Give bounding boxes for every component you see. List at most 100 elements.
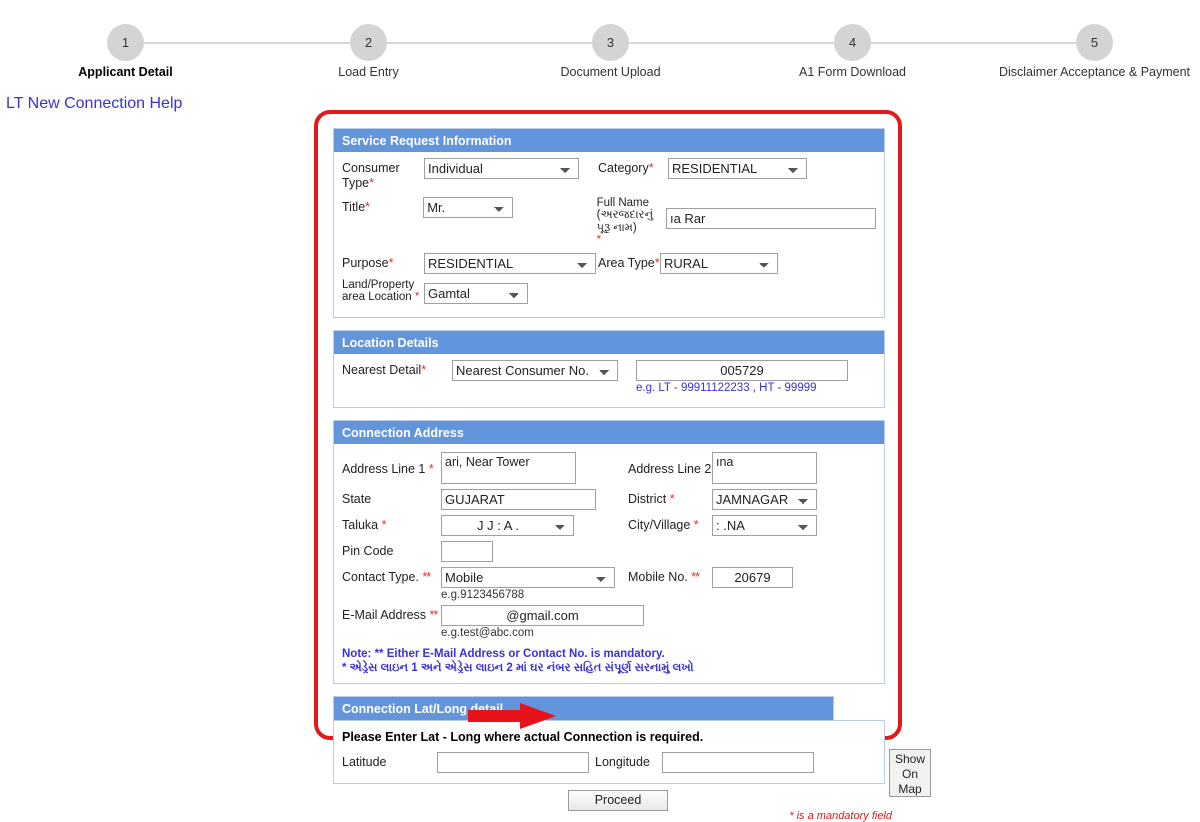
label-land-location-line2: area Location [342,291,412,303]
applicant-detail-form: Service Request Information Consumer Typ… [333,128,931,822]
label-area-type: Area Type [598,255,655,270]
proceed-button[interactable]: Proceed [568,789,668,811]
nearest-detail-select[interactable]: Nearest Consumer No. [452,359,618,381]
form-footer: Proceed * is a mandatory field [333,784,892,822]
mobile-format-hint: e.g.9123456788 [441,588,525,601]
section-title-service-request: Service Request Information [333,128,885,152]
step-label-1: Applicant Detail [78,65,173,79]
address-line-1-textarea[interactable]: ari, Near Tower [441,451,576,484]
purpose-select[interactable]: RESIDENTIAL [424,252,596,274]
required-marker: * [414,291,420,303]
section-connection-latlong: Connection Lat/Long detail Please Enter … [333,695,931,797]
address-line-2-textarea[interactable]: ına [712,451,817,484]
step-a1-form-download[interactable]: 4 A1 Form Download [799,24,906,79]
section-title-latlong: Connection Lat/Long detail [333,695,834,720]
label-full-name-en: Full Name [596,196,650,209]
step-label-3: Document Upload [560,65,661,79]
section-location-details: Location Details Nearest Detail* Nearest… [333,329,885,408]
label-state: State [342,491,372,506]
required-marker: * [381,517,387,532]
required-marker: * [421,362,427,377]
label-contact-type: Contact Type. [342,569,419,584]
full-name-input[interactable] [665,207,876,229]
step-number-4: 4 [834,24,871,61]
mandatory-contact-note: Note: ** Either E-Mail Address or Contac… [342,647,665,660]
label-title: Title [342,199,366,214]
required-marker: * [428,461,434,476]
step-number-2: 2 [350,24,387,61]
nearest-consumer-no-hint: e.g. LT - 99911122233 , HT - 99999 [636,381,817,394]
required-marker: * [648,161,654,175]
stepper-connector-4 [852,42,1094,44]
consumer-type-select[interactable]: Individual [424,158,579,179]
step-number-1: 1 [107,24,144,61]
area-type-select[interactable]: RURAL [660,252,778,274]
label-taluka: Taluka [342,517,379,532]
category-select[interactable]: RESIDENTIAL [668,158,807,179]
section-connection-address: Connection Address Address Line 1 * ari,… [333,419,885,684]
section-title-connection-address: Connection Address [333,419,885,444]
required-marker: * [365,199,371,214]
nearest-consumer-no-input[interactable] [636,359,848,381]
required-marker: ** [691,569,700,584]
mobile-no-input[interactable] [712,566,793,588]
city-village-select[interactable]: : .NA [712,514,817,536]
show-on-map-line1: Show [894,751,926,766]
land-property-location-select[interactable]: Gamtal [424,282,528,304]
progress-stepper: 1 Applicant Detail 2 Load Entry 3 Docume… [0,0,1200,92]
required-marker: * [369,175,374,190]
longitude-input[interactable] [662,751,814,773]
required-marker: * [669,491,675,506]
label-latitude: Latitude [342,754,387,769]
label-email-address: E-Mail Address [342,607,427,622]
step-load-entry[interactable]: 2 Load Entry [338,24,399,79]
step-applicant-detail[interactable]: 1 Applicant Detail [78,24,173,79]
section-title-location-details: Location Details [333,329,885,354]
step-label-4: A1 Form Download [799,65,906,79]
required-marker: * [388,255,394,270]
latitude-input[interactable] [437,751,589,773]
label-nearest-detail: Nearest Detail [342,362,422,377]
stepper-connector-3 [610,42,852,44]
required-marker: ** [422,569,431,584]
label-longitude: Longitude [595,754,650,769]
district-select[interactable]: JAMNAGAR [712,488,817,510]
stepper-connector-2 [368,42,610,44]
step-disclaimer-payment[interactable]: 5 Disclaimer Acceptance & Payment [999,24,1190,79]
step-number-5: 5 [1076,24,1113,61]
label-district: District [628,491,667,506]
step-document-upload[interactable]: 3 Document Upload [560,24,661,79]
address-gujarati-note: * એડ્રેસ લાઇન 1 અને એડ્રેસ લાઇન 2 માં ઘર… [342,661,694,674]
required-marker: * [693,517,699,532]
contact-type-select[interactable]: Mobile [441,566,615,588]
show-on-map-line2: On [901,766,918,781]
email-address-input[interactable] [441,604,644,626]
step-number-3: 3 [592,24,629,61]
show-on-map-line3: Map [898,781,922,796]
taluka-select[interactable]: J J : A . [441,514,574,536]
label-purpose: Purpose [342,255,389,270]
title-select[interactable]: Mr. [423,196,513,218]
label-mobile-no: Mobile No. [628,569,688,584]
required-marker: * [596,234,602,246]
proceed-button-label: Proceed [594,793,642,807]
state-input[interactable] [441,488,596,510]
stepper-connector-1 [125,42,368,44]
label-full-name-gu: (અરજદારનું પૂરૂ નામ) [596,209,654,234]
red-arrow-pointer [468,703,556,729]
required-marker: * [654,255,660,270]
pin-code-input[interactable] [441,540,493,562]
show-on-map-button[interactable]: Show On Map [889,748,931,797]
label-pin-code: Pin Code [342,543,394,558]
label-address-line-2: Address Line 2 [628,461,712,476]
lt-new-connection-help-link[interactable]: LT New Connection Help [6,95,182,113]
mandatory-field-note: * is a mandatory field [789,809,892,822]
label-address-line-1: Address Line 1 [342,461,426,476]
step-label-2: Load Entry [338,65,399,79]
required-marker: ** [429,607,439,622]
label-city-village: City/Village [628,517,691,532]
step-label-5: Disclaimer Acceptance & Payment [998,65,1191,79]
email-format-hint: e.g.test@abc.com [441,626,534,639]
section-service-request-information: Service Request Information Consumer Typ… [333,128,885,318]
label-land-location-line1: Land/Property [342,278,415,291]
